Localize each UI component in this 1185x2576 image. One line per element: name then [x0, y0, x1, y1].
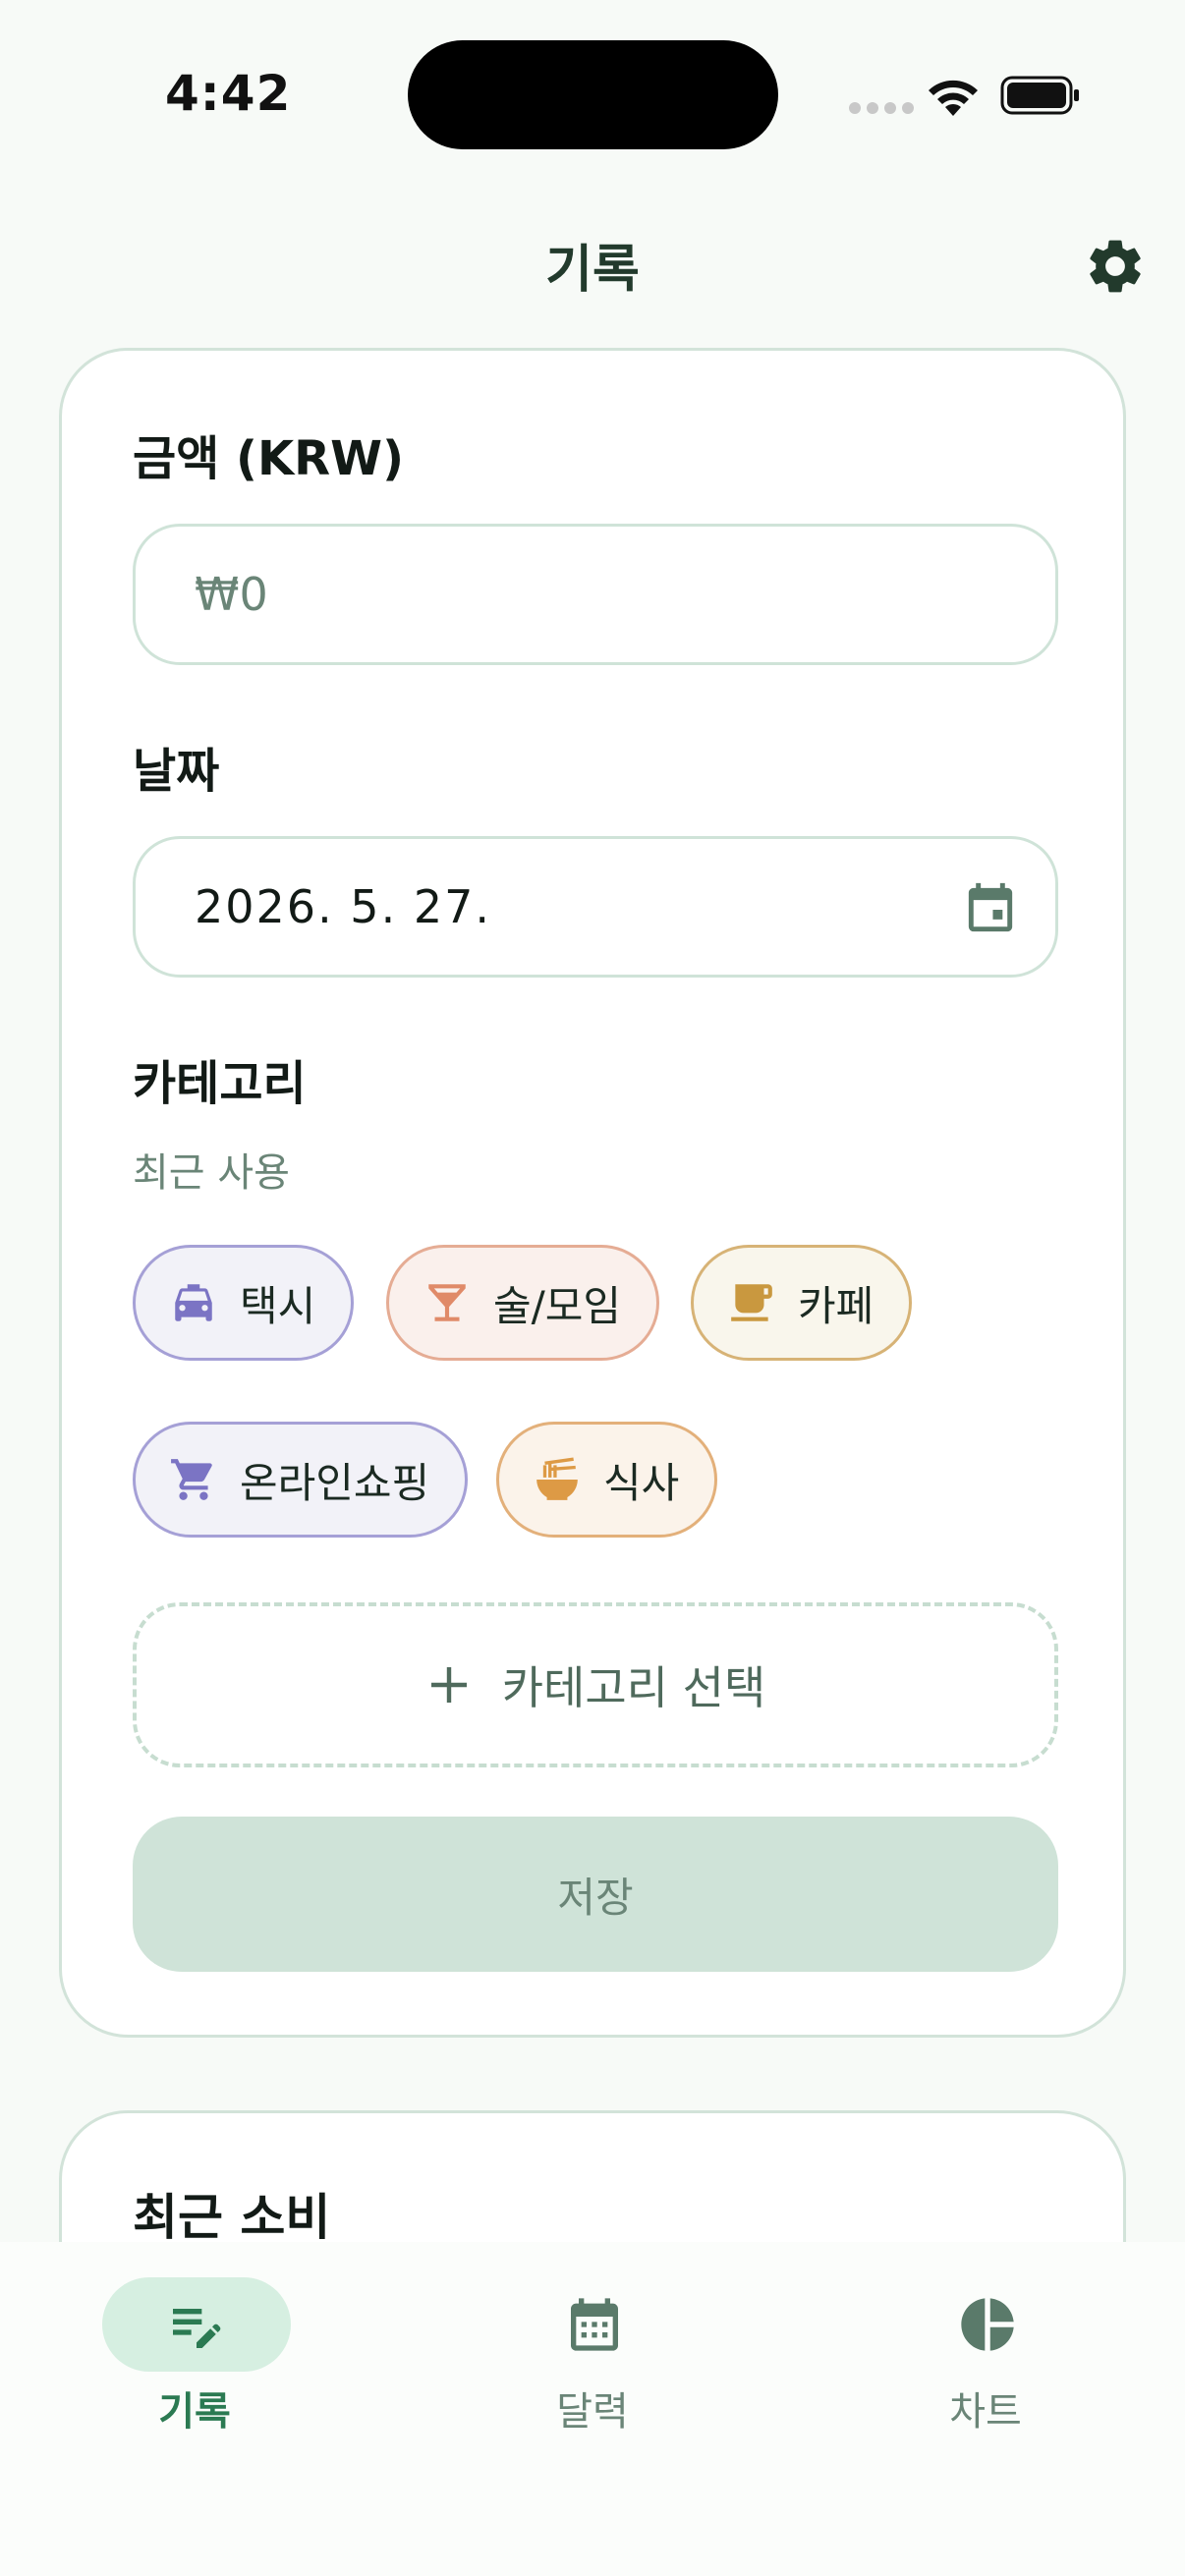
bottom-nav: 기록 달력 차트 — [0, 2242, 1185, 2576]
select-category-button[interactable]: 카테고리 선택 — [133, 1602, 1058, 1767]
chip-label: 술/모임 — [493, 1281, 622, 1330]
date-field[interactable]: 2026. 5. 27. — [133, 836, 1058, 978]
noodle-bowl-icon — [536, 1457, 578, 1500]
cellular-signal-icon — [849, 102, 914, 114]
category-label: 카테고리 — [133, 1056, 307, 1111]
category-chip-online-shopping[interactable]: 온라인쇼핑 — [133, 1422, 469, 1538]
recent-used-label: 최근 사용 — [133, 1150, 290, 1196]
category-chip-drinks[interactable]: 술/모임 — [386, 1245, 660, 1361]
date-value: 2026. 5. 27. — [195, 880, 491, 933]
save-button[interactable]: 저장 — [133, 1817, 1058, 1972]
edit-list-icon — [173, 2309, 221, 2348]
page-title: 기록 — [545, 241, 640, 300]
battery-icon — [1000, 76, 1079, 115]
nav-pill — [102, 2277, 291, 2372]
amount-input[interactable]: ₩0 — [133, 524, 1058, 665]
calendar-icon[interactable] — [961, 878, 1020, 941]
coffee-icon — [731, 1284, 772, 1321]
gear-icon — [1090, 240, 1141, 293]
nav-label-record: 기록 — [158, 2389, 231, 2435]
nav-tab-record[interactable]: 기록 — [67, 2242, 322, 2438]
screen: 4:42 기록 금액 (KRW) ₩0 날짜 2026. 5. 27. 카테고리… — [0, 0, 1185, 2576]
select-category-label: 카테고리 선택 — [501, 1661, 766, 1714]
settings-button[interactable] — [1079, 230, 1152, 303]
nav-tab-chart[interactable]: 차트 — [858, 2242, 1113, 2438]
recent-spending-title: 최근 소비 — [133, 2189, 331, 2246]
calendar-icon — [571, 2298, 618, 2351]
nav-label-chart: 차트 — [949, 2389, 1022, 2435]
nav-tab-calendar[interactable]: 달력 — [465, 2242, 720, 2438]
cart-icon — [171, 1459, 212, 1500]
nav-pill — [893, 2277, 1082, 2372]
chip-label: 카페 — [798, 1281, 875, 1330]
nav-pill — [500, 2277, 689, 2372]
category-chip-cafe[interactable]: 카페 — [691, 1245, 913, 1361]
expense-form-card: 금액 (KRW) ₩0 날짜 2026. 5. 27. 카테고리 최근 사용 택… — [59, 348, 1126, 2038]
nav-label-calendar: 달력 — [556, 2389, 629, 2435]
taxi-icon — [175, 1284, 212, 1321]
pie-chart-icon — [961, 2298, 1014, 2351]
chip-label: 온라인쇼핑 — [240, 1458, 430, 1507]
wifi-icon — [929, 80, 978, 116]
category-chip-taxi[interactable]: 택시 — [133, 1245, 355, 1361]
chip-label: 식사 — [603, 1458, 680, 1507]
chip-label: 택시 — [240, 1281, 316, 1330]
cocktail-icon — [428, 1284, 466, 1321]
amount-placeholder: ₩0 — [195, 568, 268, 621]
category-chip-meal[interactable]: 식사 — [496, 1422, 718, 1538]
save-label: 저장 — [557, 1873, 634, 1922]
status-time: 4:42 — [165, 65, 292, 122]
amount-label: 금액 (KRW) — [133, 431, 405, 486]
date-label: 날짜 — [133, 744, 220, 799]
plus-icon — [430, 1667, 467, 1703]
dynamic-island — [408, 40, 778, 149]
